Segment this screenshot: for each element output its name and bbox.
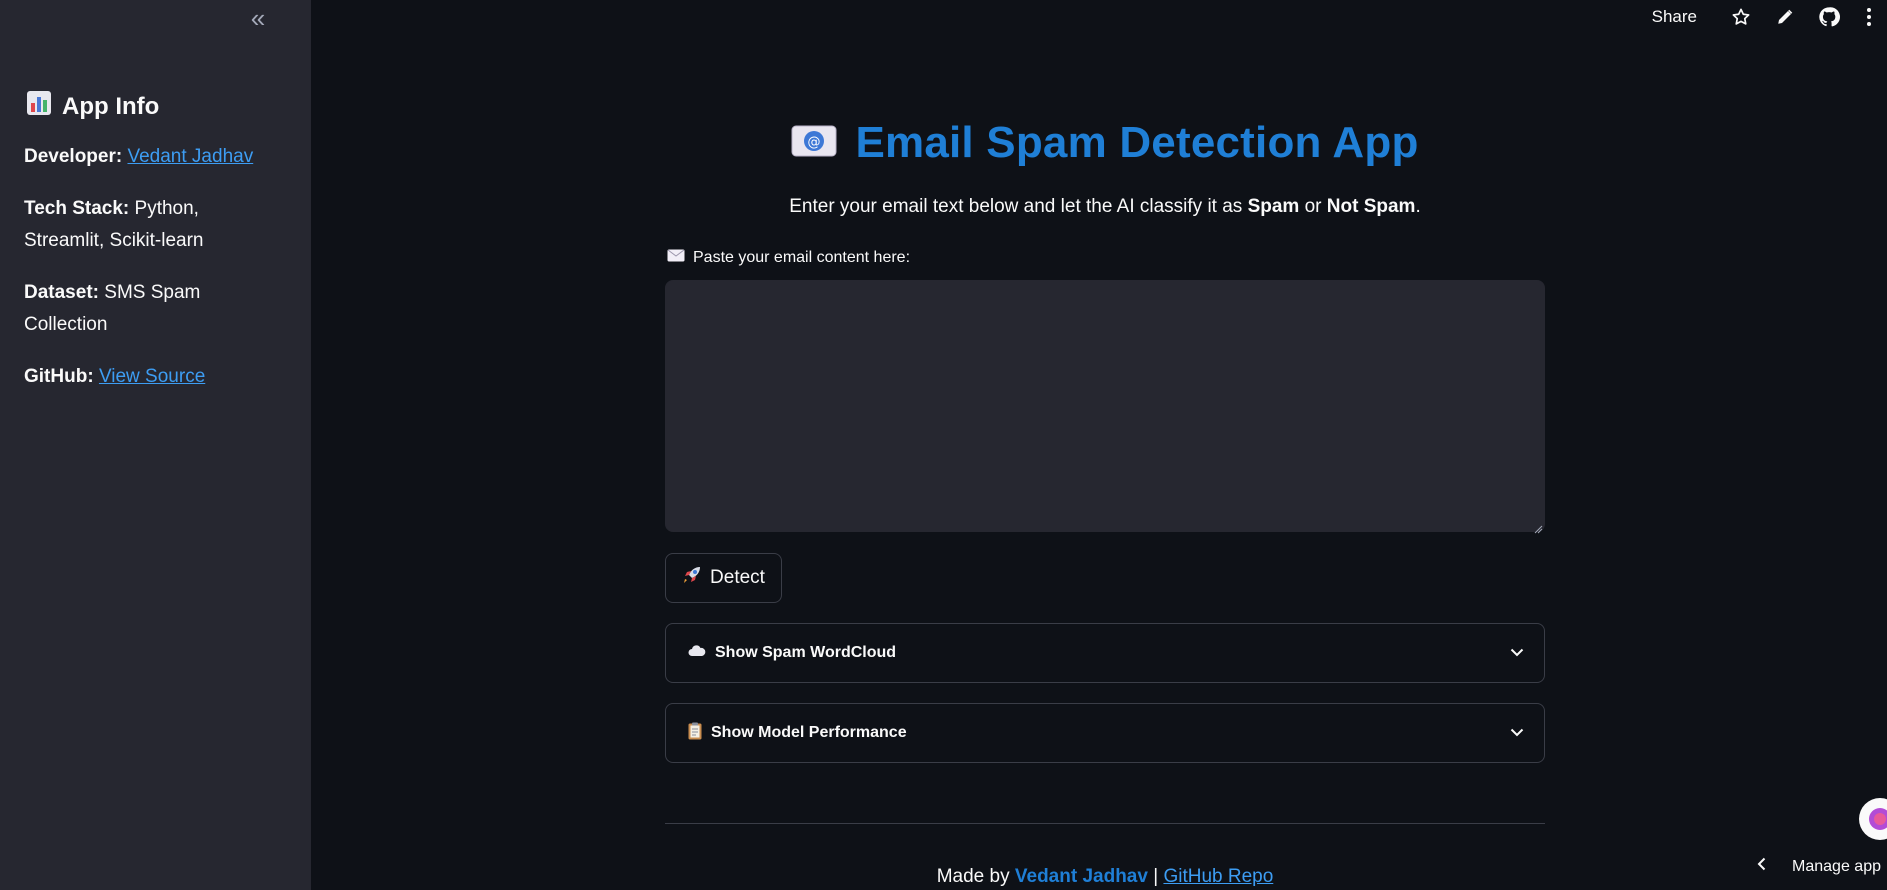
detect-button[interactable]: Detect — [665, 553, 782, 603]
footer: Made by Vedant Jadhav | GitHub Repo — [665, 866, 1545, 888]
star-icon[interactable] — [1719, 0, 1763, 34]
dataset-label: Dataset: — [24, 282, 99, 303]
subtitle-spam: Spam — [1247, 196, 1300, 217]
developer-info: Developer: Vedant Jadhav — [24, 141, 284, 173]
page-title: @ Email Spam Detection App — [665, 118, 1545, 168]
model-performance-expander[interactable]: Show Model Performance — [665, 703, 1545, 763]
manage-app-label: Manage app — [1792, 857, 1881, 875]
header-toolbar: Share — [1652, 0, 1887, 34]
subtitle-or: or — [1299, 196, 1327, 217]
rocket-icon — [682, 565, 702, 591]
manage-app-button[interactable]: Manage app — [1757, 798, 1887, 876]
subtitle-not-spam: Not Spam — [1326, 196, 1416, 217]
wordcloud-expander[interactable]: Show Spam WordCloud — [665, 623, 1545, 683]
email-icon: @ — [791, 124, 837, 163]
bar-chart-icon — [26, 90, 52, 123]
model-performance-expander-text: Show Model Performance — [711, 724, 907, 741]
chevron-down-icon — [1510, 724, 1524, 742]
developer-label: Developer: — [24, 146, 123, 167]
subtitle-end: . — [1415, 196, 1421, 217]
pencil-icon[interactable] — [1763, 0, 1807, 34]
kebab-menu-icon[interactable] — [1851, 0, 1887, 34]
svg-text:@: @ — [808, 135, 821, 150]
github-label: GitHub: — [24, 366, 94, 387]
email-field-label-text: Paste your email content here: — [693, 249, 911, 266]
wordcloud-expander-text: Show Spam WordCloud — [715, 644, 897, 661]
footer-separator: | — [1147, 866, 1164, 887]
page-title-text: Email Spam Detection App — [855, 118, 1419, 167]
share-button[interactable]: Share — [1652, 7, 1697, 27]
streamlit-avatar-icon[interactable] — [1859, 798, 1887, 840]
github-info: GitHub: View Source — [24, 361, 284, 393]
sidebar-title-text: App Info — [62, 92, 160, 120]
github-icon[interactable] — [1807, 0, 1851, 34]
cloud-icon — [688, 644, 706, 662]
double-chevron-left-icon: « — [250, 3, 266, 33]
footer-prefix: Made by — [936, 866, 1015, 887]
email-content-input[interactable] — [665, 280, 1545, 532]
collapse-sidebar-button[interactable]: « — [242, 4, 274, 32]
chevron-down-icon — [1510, 644, 1524, 662]
page-subtitle: Enter your email text below and let the … — [665, 196, 1545, 218]
view-source-link[interactable]: View Source — [99, 366, 205, 387]
dataset-info: Dataset: SMS Spam Collection — [24, 277, 284, 341]
subtitle-prefix: Enter your email text below and let the … — [789, 196, 1248, 217]
tech-stack-label: Tech Stack: — [24, 198, 130, 219]
wordcloud-expander-label: Show Spam WordCloud — [688, 644, 1510, 662]
developer-link[interactable]: Vedant Jadhav — [127, 146, 253, 167]
footer-divider — [665, 823, 1545, 824]
detect-button-label: Detect — [710, 567, 765, 588]
envelope-icon — [667, 249, 685, 267]
sidebar-title: App Info — [26, 90, 284, 123]
email-field-label: Paste your email content here: — [667, 249, 910, 267]
model-performance-expander-label: Show Model Performance — [688, 722, 1510, 745]
sidebar: « App Info Developer: Vedant Jadhav Tech… — [0, 0, 311, 890]
resize-handle[interactable] — [1534, 521, 1543, 534]
github-repo-link[interactable]: GitHub Repo — [1163, 866, 1273, 887]
footer-author-link[interactable]: Vedant Jadhav — [1015, 866, 1148, 887]
clipboard-icon — [688, 722, 702, 745]
sidebar-content: App Info Developer: Vedant Jadhav Tech S… — [24, 90, 284, 413]
chevron-left-icon — [1757, 857, 1766, 876]
tech-stack-info: Tech Stack: Python, Streamlit, Scikit-le… — [24, 193, 284, 257]
